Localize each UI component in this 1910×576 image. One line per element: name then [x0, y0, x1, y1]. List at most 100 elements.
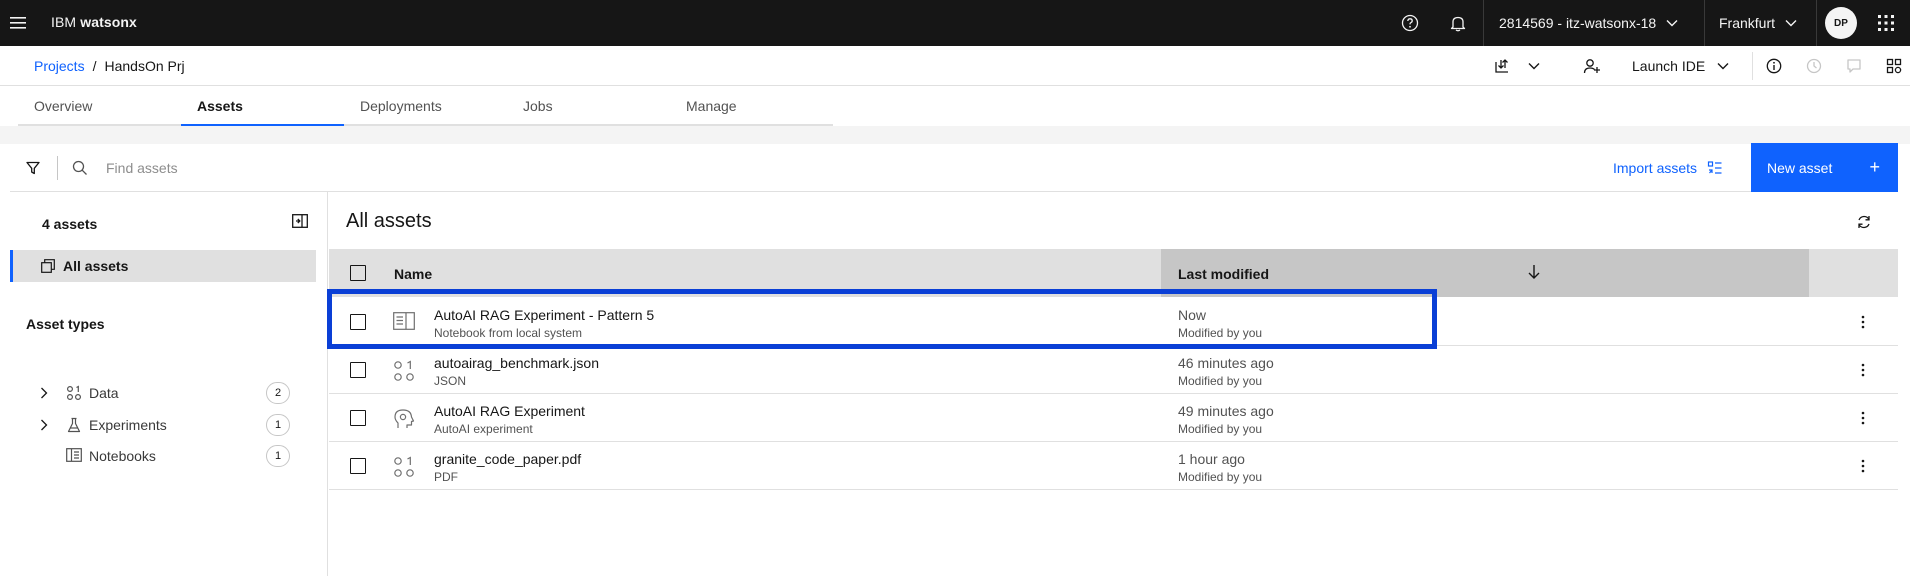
arrow-down-icon[interactable] [1527, 264, 1541, 280]
plus-icon: + [1869, 157, 1880, 177]
tab-jobs[interactable]: Jobs [507, 86, 670, 126]
refresh-icon[interactable] [1856, 214, 1872, 230]
avatar[interactable]: DP [1825, 7, 1857, 39]
column-header-last-modified[interactable]: Last modified [1178, 266, 1269, 282]
settings-grid-icon[interactable] [1874, 46, 1910, 86]
app-switcher-icon[interactable] [1862, 0, 1910, 46]
modified-by: Modified by you [1178, 470, 1263, 484]
asset-sidebar: 4 assets All assets Asset types Data 2 E… [10, 192, 328, 576]
data-icon [394, 456, 414, 477]
row-checkbox[interactable] [350, 314, 366, 330]
asset-name-link[interactable]: granite_code_paper.pdf [434, 451, 581, 467]
region-switcher[interactable]: Frankfurt [1705, 0, 1815, 46]
filter-button[interactable] [10, 144, 56, 192]
asset-name-link[interactable]: autoairag_benchmark.json [434, 355, 599, 371]
sidebar-type-data[interactable]: Data 2 [10, 379, 316, 407]
type-label: Experiments [89, 417, 167, 433]
collapse-panel-icon[interactable] [292, 214, 308, 228]
project-tabs: Overview Assets Deployments Jobs Manage [18, 86, 833, 126]
chevron-down-icon[interactable] [1514, 46, 1554, 86]
sidebar-item-all-assets[interactable]: All assets [10, 250, 316, 282]
menu-icon[interactable] [0, 0, 36, 46]
select-all-checkbox[interactable] [350, 265, 366, 281]
header-divider [1816, 0, 1817, 46]
asset-type: AutoAI experiment [434, 422, 533, 436]
flask-icon [67, 417, 81, 433]
overflow-menu-icon[interactable] [1853, 456, 1873, 476]
row-checkbox[interactable] [350, 458, 366, 474]
notification-icon[interactable] [1434, 0, 1482, 46]
overflow-menu-icon[interactable] [1853, 360, 1873, 380]
toolbar-divider [57, 156, 58, 180]
data-icon [394, 360, 414, 381]
chevron-down-icon [1785, 20, 1797, 27]
breadcrumb: Projects / HandsOn Prj [34, 58, 185, 74]
asset-name-link[interactable]: AutoAI RAG Experiment [434, 403, 585, 419]
sidebar-type-experiments[interactable]: Experiments 1 [10, 411, 316, 439]
notebook-icon [66, 448, 82, 462]
chevron-right-icon[interactable] [40, 387, 48, 399]
sidebar-type-notebooks[interactable]: Notebooks 1 [10, 442, 316, 470]
filter-icon [26, 161, 40, 175]
new-asset-label: New asset [1767, 159, 1833, 176]
last-modified: Now [1178, 307, 1207, 323]
launch-ide-button[interactable]: Launch IDE [1620, 46, 1741, 86]
sidebar-item-label: All assets [63, 258, 129, 274]
content-background [0, 126, 1910, 144]
tab-manage[interactable]: Manage [670, 86, 833, 126]
type-label: Notebooks [89, 448, 156, 464]
add-collaborator-icon[interactable] [1572, 46, 1612, 86]
table-row[interactable]: autoairag_benchmark.json JSON 46 minutes… [329, 346, 1898, 394]
row-checkbox[interactable] [350, 410, 366, 426]
table-row[interactable]: granite_code_paper.pdf PDF 1 hour ago Mo… [329, 442, 1898, 490]
account-switcher[interactable]: 2814569 - itz-watsonx-18 [1483, 0, 1693, 46]
overflow-menu-icon[interactable] [1853, 408, 1873, 428]
launch-ide-label: Launch IDE [1632, 58, 1706, 74]
new-asset-button[interactable]: New asset + [1751, 143, 1898, 192]
type-count-badge: 2 [266, 382, 290, 404]
asset-name-link[interactable]: AutoAI RAG Experiment - Pattern 5 [434, 307, 654, 323]
import-icon [1707, 161, 1722, 174]
data-icon [66, 385, 82, 401]
tab-deployments[interactable]: Deployments [344, 86, 507, 126]
tab-assets[interactable]: Assets [181, 86, 344, 126]
copy-icon [41, 259, 55, 273]
page-title: All assets [346, 210, 432, 232]
autoai-icon [394, 409, 415, 428]
brand-name: watsonx [80, 14, 137, 30]
chevron-down-icon [1666, 20, 1678, 27]
history-icon[interactable] [1794, 46, 1834, 86]
type-label: Data [89, 385, 119, 401]
last-modified: 1 hour ago [1178, 451, 1245, 467]
type-count-badge: 1 [266, 414, 290, 436]
asset-type: Notebook from local system [434, 326, 583, 340]
brand-prefix: IBM [51, 14, 77, 30]
modified-by: Modified by you [1178, 326, 1263, 340]
comment-icon[interactable] [1834, 46, 1874, 86]
chevron-right-icon[interactable] [40, 419, 48, 431]
column-header-name[interactable]: Name [394, 266, 432, 282]
breadcrumb-separator: / [92, 58, 97, 74]
region-label: Frankfurt [1719, 15, 1776, 31]
row-checkbox[interactable] [350, 362, 366, 378]
modified-by: Modified by you [1178, 374, 1263, 388]
import-assets-button[interactable]: Import assets [1613, 144, 1735, 192]
tab-overview[interactable]: Overview [18, 86, 181, 126]
info-icon[interactable] [1754, 46, 1794, 86]
last-modified: 46 minutes ago [1178, 355, 1274, 371]
account-label: 2814569 - itz-watsonx-18 [1499, 15, 1657, 31]
table-row[interactable]: AutoAI RAG Experiment - Pattern 5 Notebo… [329, 298, 1898, 346]
table-header: Name Last modified [329, 249, 1898, 297]
last-modified: 49 minutes ago [1178, 403, 1274, 419]
breadcrumb-projects-link[interactable]: Projects [34, 58, 85, 74]
brand-logo[interactable]: IBM watsonx [51, 14, 137, 30]
bar-divider [1752, 52, 1753, 80]
overflow-menu-icon[interactable] [1853, 312, 1873, 332]
help-icon[interactable] [1386, 0, 1434, 46]
notebook-icon [393, 312, 415, 330]
asset-count: 4 assets [42, 216, 98, 232]
type-count-badge: 1 [266, 445, 290, 467]
top-header: IBM watsonx 2814569 - itz-watsonx-18 Fra… [0, 0, 1910, 46]
search-input[interactable] [106, 153, 606, 183]
table-row[interactable]: AutoAI RAG Experiment AutoAI experiment … [329, 394, 1898, 442]
